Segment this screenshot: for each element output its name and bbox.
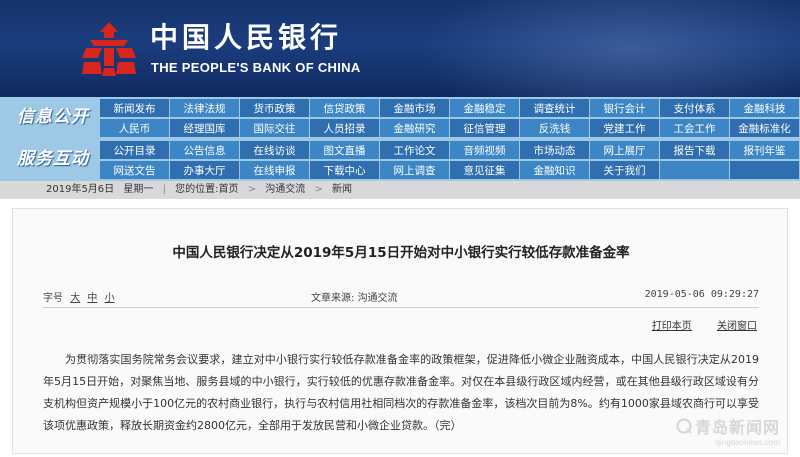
nav-item-group2-13[interactable]: 在线申报 (240, 161, 310, 179)
watermark-url: qingdaonews.com (715, 438, 780, 447)
watermark: 青岛新闻网 qingdaonews.com (676, 414, 780, 447)
nav-item-group2-3[interactable]: 在线访谈 (240, 141, 310, 159)
nav-item-group2-12[interactable]: 办事大厅 (170, 161, 240, 179)
breadcrumb-home-link[interactable]: 首页 (219, 181, 239, 199)
nav-group-label: 服务互动 (17, 149, 89, 169)
nav-item-group2-10[interactable]: 报刊年鉴 (730, 141, 800, 159)
nav-item-group2-1[interactable]: 公开目录 (100, 141, 170, 159)
nav-item-group1-16[interactable]: 征信管理 (450, 119, 520, 137)
close-window-link[interactable]: 关闭窗口 (717, 321, 757, 332)
nav-grid-info: 新闻发布 法律法规 货币政策 信贷政策 金融市场 金融稳定 调查统计 银行会计 支付体系 金融科技… (100, 99, 800, 137)
nav-item-group1-10[interactable]: 金融科技 (730, 99, 800, 117)
nav-item-group2-20 (730, 161, 800, 179)
article-source: 文章来源: 沟通交流 (311, 289, 398, 304)
nav-item-group2-11[interactable]: 网送文告 (100, 161, 170, 179)
nav-item-group1-5[interactable]: 金融市场 (380, 99, 450, 117)
nav-item-group2-19 (660, 161, 730, 179)
nav-item-group2-14[interactable]: 下载中心 (310, 161, 380, 179)
font-size-control: 字号 大 中 小 (43, 289, 115, 304)
print-page-link[interactable]: 打印本页 (652, 321, 692, 332)
nav-item-group2-4[interactable]: 图文直播 (310, 141, 380, 159)
article-meta: 字号 大 中 小 文章来源: 沟通交流 2019-05-06 09:29:27 (13, 289, 789, 304)
nav-item-group1-17[interactable]: 反洗钱 (520, 119, 590, 137)
nav-item-group1-15[interactable]: 金融研究 (380, 119, 450, 137)
pboc-logo-icon[interactable] (80, 20, 138, 78)
nav-item-group1-6[interactable]: 金融稳定 (450, 99, 520, 117)
bank-name-english: THE PEOPLE'S BANK OF CHINA (151, 60, 361, 75)
watermark-main: 青岛新闻网 (676, 414, 780, 438)
nav-item-group2-8[interactable]: 网上展厅 (590, 141, 660, 159)
article-panel: 中国人民银行决定从2019年5月15日开始对中小银行实行较低存款准备金率 字号 … (12, 208, 788, 454)
nav-item-group1-8[interactable]: 银行会计 (590, 99, 660, 117)
bank-name-chinese: 中国人民银行 (150, 21, 343, 54)
separator: | (162, 184, 166, 195)
source-label: 文章来源: (311, 293, 355, 304)
nav-item-group2-2[interactable]: 公告信息 (170, 141, 240, 159)
breadcrumb-section-link[interactable]: 沟通交流 (265, 181, 305, 199)
divider (43, 307, 759, 308)
nav-item-group1-20[interactable]: 金融标准化 (730, 119, 800, 137)
nav-item-group1-13[interactable]: 国际交往 (240, 119, 310, 137)
nav-grid-service: 公开目录 公告信息 在线访谈 图文直播 工作论文 音频视频 市场动态 网上展厅 报告下载 报刊年鉴… (100, 141, 800, 179)
article-body: 为贯彻落实国务院常务会议要求，建立对中小银行实行较低存款准备金率的政策框架，促进… (43, 353, 759, 432)
nav-item-group2-7[interactable]: 市场动态 (520, 141, 590, 159)
nav-item-group2-15[interactable]: 网上调查 (380, 161, 450, 179)
nav-item-group1-4[interactable]: 信贷政策 (310, 99, 380, 117)
nav-item-group2-18[interactable]: 关于我们 (590, 161, 660, 179)
nav-item-group1-3[interactable]: 货币政策 (240, 99, 310, 117)
nav-item-group1-14[interactable]: 人员招录 (310, 119, 380, 137)
nav-item-group1-7[interactable]: 调查统计 (520, 99, 590, 117)
nav-item-group1-18[interactable]: 党建工作 (590, 119, 660, 137)
watermark-text: 青岛新闻网 (694, 418, 780, 437)
nav-item-group2-5[interactable]: 工作论文 (380, 141, 450, 159)
font-size-large-link[interactable]: 大 (70, 293, 80, 304)
location-label: 您的位置: (175, 184, 219, 195)
nav-item-group1-11[interactable]: 人民币 (100, 119, 170, 137)
breadcrumb: 2019年5月6日 星期一 | 您的位置:首页 > 沟通交流 > 新闻 (0, 181, 800, 199)
nav-group-label: 信息公开 (17, 107, 89, 127)
current-weekday: 星期一 (123, 184, 154, 195)
breadcrumb-current[interactable]: 新闻 (332, 181, 352, 199)
site-banner: 中国人民银行 THE PEOPLE'S BANK OF CHINA (0, 0, 800, 97)
nav-item-group2-17[interactable]: 金融知识 (520, 161, 590, 179)
current-date: 2019年5月6日 (46, 184, 115, 195)
article-datetime: 2019-05-06 09:29:27 (644, 289, 759, 300)
nav-group-info: 信息公开 新闻发布 法律法规 货币政策 信贷政策 金融市场 金融稳定 调查统计 银行会计 支付体… (0, 97, 800, 137)
font-size-medium-link[interactable]: 中 (87, 293, 97, 304)
nav-item-group1-12[interactable]: 经理国库 (170, 119, 240, 137)
watermark-logo-icon (676, 418, 692, 434)
chevron-right-icon: > (247, 184, 257, 195)
nav-group-service: 服务互动 公开目录 公告信息 在线访谈 图文直播 工作论文 音频视频 市场动态 网上展厅 报告下… (0, 139, 800, 179)
nav-item-group1-2[interactable]: 法律法规 (170, 99, 240, 117)
font-size-small-link[interactable]: 小 (105, 293, 115, 304)
nav-item-group1-1[interactable]: 新闻发布 (100, 99, 170, 117)
nav-item-group2-16[interactable]: 意见征集 (450, 161, 520, 179)
font-size-label: 字号 (43, 293, 63, 304)
source-value: 沟通交流 (357, 293, 398, 304)
article-title: 中国人民银行决定从2019年5月15日开始对中小银行实行较低存款准备金率 (172, 245, 630, 261)
nav-item-group1-9[interactable]: 支付体系 (660, 99, 730, 117)
banner-glow (420, 0, 800, 97)
nav-item-group1-19[interactable]: 工会工作 (660, 119, 730, 137)
nav-item-group2-9[interactable]: 报告下载 (660, 141, 730, 159)
main-navigation: 信息公开 新闻发布 法律法规 货币政策 信贷政策 金融市场 金融稳定 调查统计 银行会计 支付体… (0, 97, 800, 181)
chevron-right-icon: > (314, 184, 323, 195)
article-actions: 打印本页 关闭窗口 (630, 317, 757, 332)
nav-item-group2-6[interactable]: 音频视频 (450, 141, 520, 159)
